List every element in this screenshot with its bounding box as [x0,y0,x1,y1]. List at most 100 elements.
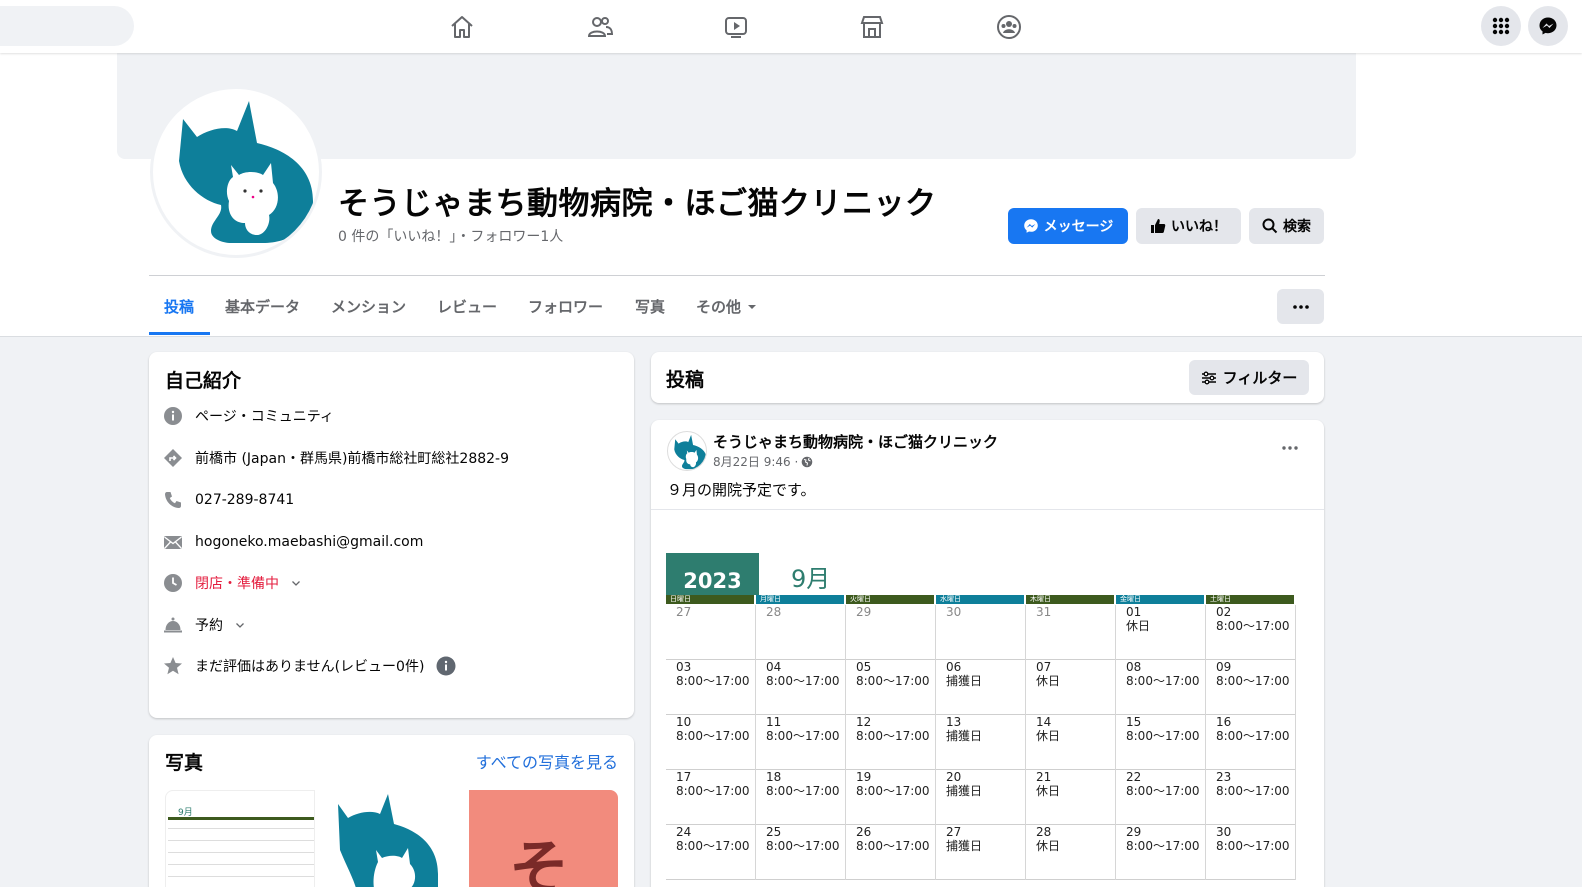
intro-address[interactable]: 前橋市 (Japan・群馬県)前橋市総社町総社2882-9 [163,448,509,468]
calendar-day-number: 23 [1216,770,1232,784]
info-icon[interactable] [436,656,456,676]
tab-more[interactable]: その他 [696,296,757,317]
tab-more-label: その他 [696,298,742,316]
calendar-weekday-header: 土曜日 [1206,595,1294,604]
filter-button[interactable]: フィルター [1189,360,1309,395]
tab-mentions[interactable]: メンション [331,296,406,317]
photos-title: 写真 [165,752,204,774]
intro-email-text: hogoneko.maebashi@gmail.com [195,534,424,550]
calendar-day-note: 8:00〜17:00 [1216,784,1290,798]
calendar-day-number: 05 [856,660,872,674]
calendar-day-cell: 31 [1026,605,1116,660]
info-icon [163,406,183,426]
marketplace-icon[interactable] [854,9,890,45]
calendar-month: 9月 [791,565,831,593]
calendar-day-number: 21 [1036,770,1052,784]
post-author-avatar[interactable] [667,431,707,471]
photo-thumbnail-calendar[interactable]: 9月 [165,790,315,887]
messenger-icon[interactable] [1528,6,1568,46]
calendar-day-number: 02 [1216,605,1232,619]
calendar-day-cell: 25 8:00〜17:00 [756,825,846,880]
calendar-day-cell: 18 8:00〜17:00 [756,770,846,825]
search-input[interactable] [0,6,134,46]
tab-posts[interactable]: 投稿 [164,296,194,317]
intro-phone[interactable]: 027-289-8741 [163,490,294,510]
home-icon[interactable] [444,9,480,45]
calendar-day-cell: 10 8:00〜17:00 [666,715,756,770]
calendar-weekday-header: 日曜日 [666,595,754,604]
calendar-day-cell: 15 8:00〜17:00 [1116,715,1206,770]
tab-photos[interactable]: 写真 [635,296,665,317]
message-button[interactable]: メッセージ [1008,208,1128,244]
calendar-day-note: 8:00〜17:00 [1126,784,1200,798]
watch-icon[interactable] [718,9,754,45]
intro-reservation[interactable]: 予約 [163,615,245,635]
search-button-label: 検索 [1283,219,1311,235]
tab-reviews[interactable]: レビュー [437,296,497,317]
calendar-day-number: 09 [1216,660,1232,674]
calendar-day-cell: 08 8:00〜17:00 [1116,660,1206,715]
like-button[interactable]: いいね！ [1136,208,1241,244]
calendar-image[interactable]: 2023 9月 日曜日 月曜日 火曜日 水曜日 木曜日 金曜日 土曜日 27 28 29 30 31… [666,553,1296,883]
calendar-day-cell: 04 8:00〜17:00 [756,660,846,715]
intro-category-text: ページ・コミュニティ [195,409,334,425]
calendar-day-number: 04 [766,660,782,674]
thumbs-up-icon [1151,219,1166,233]
intro-hours[interactable]: 閉店・準備中 [163,573,301,593]
calendar-day-note: 8:00〜17:00 [1216,674,1290,688]
tab-followers[interactable]: フォロワー [528,296,603,317]
calendar-day-note: 8:00〜17:00 [1216,729,1290,743]
calendar-day-note: 捕獲日 [946,674,983,688]
calendar-day-cell: 06 捕獲日 [936,660,1026,715]
calendar-day-cell: 30 [936,605,1026,660]
calendar-day-note: 8:00〜17:00 [766,729,840,743]
calendar-day-cell: 28 休日 [1026,825,1116,880]
friends-icon[interactable] [582,9,618,45]
calendar-weekday-header: 火曜日 [846,595,934,604]
active-tab-indicator [149,332,210,335]
calendar-day-note: 8:00〜17:00 [676,839,750,853]
calendar-day-cell: 09 8:00〜17:00 [1206,660,1296,715]
intro-reservation-text: 予約 [195,618,223,634]
post-date[interactable]: 8月22日 9:46 · [713,453,798,470]
intro-phone-text: 027-289-8741 [195,492,295,508]
search-icon [1262,218,1278,234]
calendar-day-cell: 30 8:00〜17:00 [1206,825,1296,880]
calendar-day-cell: 20 捕獲日 [936,770,1026,825]
post-author-name[interactable]: そうじゃまち動物病院・ほご猫クリニック [713,431,998,452]
calendar-day-note: 8:00〜17:00 [1126,839,1200,853]
profile-avatar[interactable] [150,86,322,258]
photo-thumbnail-text[interactable]: そ [469,790,618,887]
calendar-day-note: 捕獲日 [946,839,983,853]
filter-sliders-icon [1201,371,1216,384]
calendar-day-cell: 13 捕獲日 [936,715,1026,770]
calendar-day-cell: 29 8:00〜17:00 [1116,825,1206,880]
post-card: そうじゃまち動物病院・ほご猫クリニック 8月22日 9:46 · ９月の開院予定… [651,420,1324,887]
directions-icon [163,448,183,468]
post-options-button[interactable] [1278,438,1302,458]
apps-menu-icon[interactable] [1481,6,1521,46]
calendar-day-number: 03 [676,660,692,674]
intro-email[interactable]: hogoneko.maebashi@gmail.com [163,532,423,552]
calendar-day-cell: 07 休日 [1026,660,1116,715]
see-all-photos-link[interactable]: すべての写真を見る [476,749,618,773]
more-options-button[interactable] [1277,289,1324,324]
photo-thumbnail-logo[interactable] [318,790,466,887]
calendar-day-cell: 12 8:00〜17:00 [846,715,936,770]
page-stats[interactable]: 0 件の「いいね！」・フォロワー1人 [338,226,563,246]
groups-icon[interactable] [991,9,1027,45]
calendar-day-note: 休日 [1126,619,1151,633]
star-icon [163,656,183,676]
calendar-day-cell: 21 休日 [1026,770,1116,825]
calendar-day-cell: 26 8:00〜17:00 [846,825,936,880]
calendar-day-note: 8:00〜17:00 [766,674,840,688]
calendar-day-note: 休日 [1036,784,1061,798]
message-button-label: メッセージ [1043,219,1114,235]
calendar-day-note: 8:00〜17:00 [856,674,930,688]
post-image-divider [651,509,1324,510]
calendar-day-number: 15 [1126,715,1142,729]
search-button[interactable]: 検索 [1249,208,1324,244]
calendar-day-number: 18 [766,770,782,784]
intro-hours-status: 閉店・準備中 [195,576,279,592]
tab-about[interactable]: 基本データ [225,296,300,317]
